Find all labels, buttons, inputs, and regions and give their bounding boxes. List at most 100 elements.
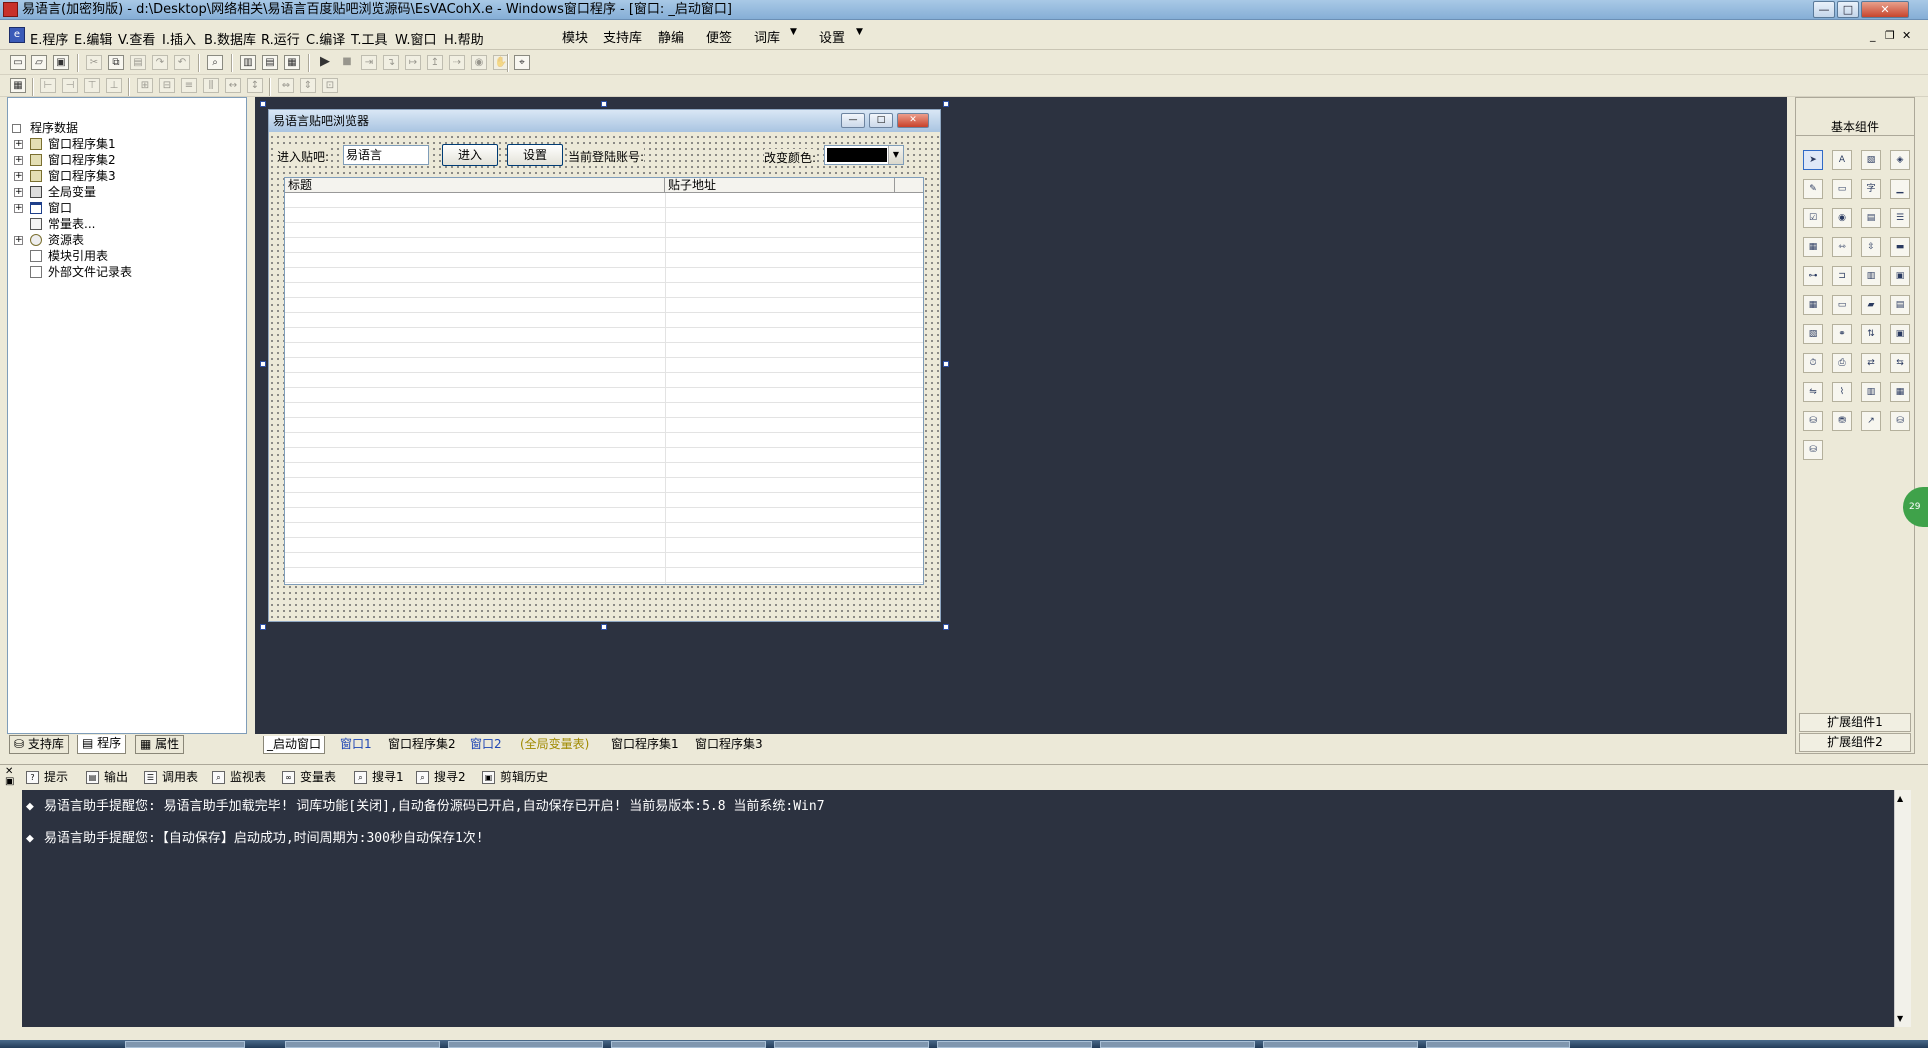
undo-icon[interactable]: ↶ bbox=[174, 55, 190, 70]
slider-icon[interactable]: ⊶ bbox=[1803, 266, 1823, 286]
hyperlink-icon[interactable]: ⚭ bbox=[1832, 324, 1852, 344]
group-box-icon[interactable]: ▭ bbox=[1832, 179, 1852, 199]
tree-item-external-files[interactable]: 外部文件记录表 bbox=[8, 264, 248, 280]
tree-expand-icon[interactable]: + bbox=[14, 140, 23, 149]
menu-module[interactable]: 模块 bbox=[562, 27, 588, 46]
menu-compile[interactable]: C.编译 bbox=[306, 29, 345, 48]
radio-icon[interactable]: ◉ bbox=[1832, 208, 1852, 228]
tree-expand-icon[interactable]: + bbox=[14, 172, 23, 181]
step-over-icon[interactable]: ↦ bbox=[405, 55, 421, 70]
tree-item-root[interactable]: 程序数据 bbox=[8, 120, 248, 136]
color-picker-icon[interactable]: ▧ bbox=[1803, 324, 1823, 344]
layout-top-icon[interactable]: ▤ bbox=[262, 55, 278, 70]
chart-icon[interactable]: ↗ bbox=[1861, 411, 1881, 431]
menu-thesaurus[interactable]: 词库 bbox=[754, 27, 780, 46]
paste-icon[interactable]: ▤ bbox=[130, 55, 146, 70]
step-out-icon[interactable]: ↥ bbox=[427, 55, 443, 70]
checkbox-icon[interactable]: ☑ bbox=[1803, 208, 1823, 228]
shape-icon[interactable]: ◈ bbox=[1890, 150, 1910, 170]
tab-assembly-2[interactable]: 窗口程序集2 bbox=[385, 736, 459, 754]
resize-handle[interactable] bbox=[260, 101, 266, 107]
resize-handle[interactable] bbox=[260, 624, 266, 630]
thesaurus-dropdown-icon[interactable]: ▼ bbox=[790, 27, 797, 37]
find-icon[interactable]: ⌕ bbox=[207, 55, 223, 70]
resize-handle[interactable] bbox=[601, 624, 607, 630]
output-scrollbar[interactable]: ▲ ▼ bbox=[1894, 790, 1911, 1027]
tab-global-vars[interactable]: (全局变量表) bbox=[517, 736, 592, 754]
menu-tools[interactable]: T.工具 bbox=[351, 29, 388, 48]
picture-box-icon[interactable]: ▧ bbox=[1861, 150, 1881, 170]
same-size-icon[interactable]: ⊡ bbox=[322, 78, 338, 93]
taskbar-item[interactable] bbox=[1100, 1041, 1255, 1048]
mdi-minimize-icon[interactable]: _ bbox=[1870, 29, 1876, 42]
drawing-board-icon[interactable]: ✎ bbox=[1803, 179, 1823, 199]
resize-handle[interactable] bbox=[943, 101, 949, 107]
tab-properties[interactable]: ▦ 属性 bbox=[135, 735, 185, 754]
hscroll-icon[interactable]: ⇿ bbox=[1832, 237, 1852, 257]
space-h-icon[interactable]: ⫼ bbox=[203, 78, 219, 93]
align-bottom-icon[interactable]: ⊥ bbox=[106, 78, 122, 93]
client-icon[interactable]: ⇆ bbox=[1890, 353, 1910, 373]
taskbar-item[interactable] bbox=[611, 1041, 766, 1048]
posts-listview[interactable]: 标题 贴子地址 bbox=[284, 177, 924, 585]
combo-box-icon[interactable]: ▤ bbox=[1861, 208, 1881, 228]
tab-assembly-3[interactable]: 窗口程序集3 bbox=[692, 736, 766, 754]
taskbar-item[interactable] bbox=[1263, 1041, 1418, 1048]
cut-icon[interactable]: ✂ bbox=[86, 55, 102, 70]
menu-window[interactable]: W.窗口 bbox=[395, 29, 437, 48]
tab-watch[interactable]: ⌕ 监视表 bbox=[210, 769, 266, 786]
column-header-url[interactable]: 贴子地址 bbox=[665, 178, 895, 193]
menu-edit[interactable]: E.编辑 bbox=[74, 29, 112, 48]
menu-database[interactable]: B.数据库 bbox=[204, 29, 256, 48]
tree-item-module-refs[interactable]: 模块引用表 bbox=[8, 248, 248, 264]
tree-item-assembly-1[interactable]: + 窗口程序集1 bbox=[8, 136, 248, 152]
tab-search-1[interactable]: ⌕ 搜寻1 bbox=[352, 769, 404, 786]
drive-box-icon[interactable]: ▭ bbox=[1832, 295, 1852, 315]
resize-handle[interactable] bbox=[943, 361, 949, 367]
data-provider-icon[interactable]: ⛁ bbox=[1803, 411, 1823, 431]
extended-components-1[interactable]: 扩展组件1 bbox=[1799, 713, 1911, 732]
tab-variables[interactable]: ∞ 变量表 bbox=[280, 769, 336, 786]
common-dialog-icon[interactable]: ▣ bbox=[1890, 324, 1910, 344]
step-icon[interactable]: ⇥ bbox=[361, 55, 377, 70]
extended-components-2[interactable]: 扩展组件2 bbox=[1799, 733, 1911, 752]
breakpoint-icon[interactable]: ◉ bbox=[471, 55, 487, 70]
tree-item-global-vars[interactable]: + 全局变量 bbox=[8, 184, 248, 200]
menu-insert[interactable]: I.插入 bbox=[162, 29, 196, 48]
tab-search-2[interactable]: ⌕ 搜寻2 bbox=[414, 769, 466, 786]
menu-program[interactable]: E.程序 bbox=[30, 29, 68, 48]
data-source-icon[interactable]: ▦ bbox=[1890, 382, 1910, 402]
tab-support-library[interactable]: ⛁ 支持库 bbox=[9, 735, 69, 754]
step-into-icon[interactable]: ↴ bbox=[383, 55, 399, 70]
progress-bar-icon[interactable]: ▬ bbox=[1890, 237, 1910, 257]
resize-handle[interactable] bbox=[601, 101, 607, 107]
resize-handle[interactable] bbox=[260, 361, 266, 367]
column-header-title[interactable]: 标题 bbox=[285, 178, 665, 193]
file-box-icon[interactable]: ▤ bbox=[1890, 295, 1910, 315]
stop-icon[interactable]: ■ bbox=[339, 55, 355, 70]
vscroll-icon[interactable]: ⇳ bbox=[1861, 237, 1881, 257]
help-search-icon[interactable]: ⌖ bbox=[514, 55, 530, 70]
basic-components-header[interactable]: 基本组件 bbox=[1796, 118, 1914, 136]
menu-help[interactable]: H.帮助 bbox=[444, 29, 484, 48]
tab-hint[interactable]: ? 提示 bbox=[24, 769, 68, 786]
enter-button[interactable]: 进入 bbox=[442, 144, 498, 166]
forum-name-input[interactable]: 易语言 bbox=[343, 145, 429, 165]
tab-control-icon[interactable]: ⊐ bbox=[1832, 266, 1852, 286]
open-file-icon[interactable]: ▱ bbox=[31, 55, 47, 70]
tab-startup-window[interactable]: _启动窗口 bbox=[263, 736, 326, 754]
align-left-icon[interactable]: ⊢ bbox=[40, 78, 56, 93]
list-box-icon[interactable]: ☰ bbox=[1890, 208, 1910, 228]
run-icon[interactable]: ▶ bbox=[317, 55, 333, 70]
align-top-icon[interactable]: ⊤ bbox=[84, 78, 100, 93]
equal-width-icon[interactable]: ↔ bbox=[225, 78, 241, 93]
text-icon[interactable]: 字 bbox=[1861, 179, 1881, 199]
menu-notes[interactable]: 便签 bbox=[706, 27, 732, 46]
taskbar-item[interactable] bbox=[285, 1041, 440, 1048]
tab-call-stack[interactable]: ☰ 调用表 bbox=[142, 769, 198, 786]
edit-box-icon[interactable]: ▁ bbox=[1890, 179, 1910, 199]
tree-item-constants[interactable]: 常量表... bbox=[8, 216, 248, 232]
grid-toggle-icon[interactable]: ▦ bbox=[10, 78, 26, 93]
menu-settings[interactable]: 设置 bbox=[819, 27, 845, 46]
mdi-restore-icon[interactable]: ❐ bbox=[1885, 29, 1895, 42]
